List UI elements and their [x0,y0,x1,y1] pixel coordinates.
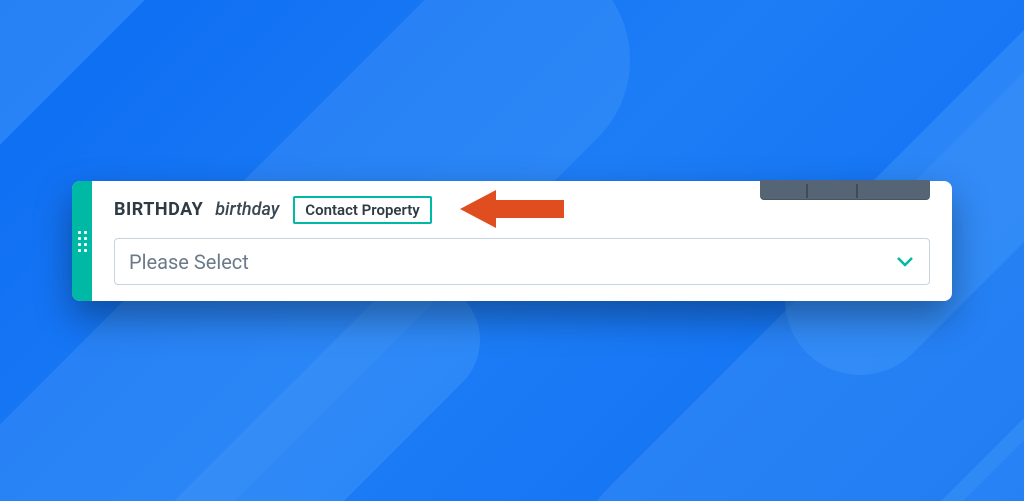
field-toolbar[interactable] [760,180,930,200]
grip-icon [78,231,87,252]
drag-handle[interactable] [72,181,92,301]
value-select[interactable]: Please Select [114,238,930,285]
field-label: BIRTHDAY [114,199,203,220]
card-body: BIRTHDAY birthday Contact Property Pleas… [92,181,952,301]
field-slug: birthday [215,199,279,220]
field-card: BIRTHDAY birthday Contact Property Pleas… [72,181,952,301]
select-placeholder: Please Select [129,250,249,274]
chevron-down-icon [897,257,913,267]
contact-property-badge: Contact Property [293,196,431,224]
